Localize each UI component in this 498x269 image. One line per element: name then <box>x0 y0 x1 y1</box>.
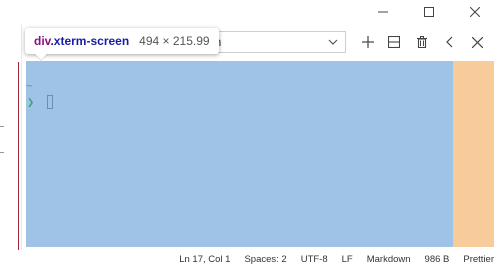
trash-icon <box>417 36 427 48</box>
plus-icon <box>362 36 374 48</box>
terminal-cursor <box>47 95 53 109</box>
new-terminal-button[interactable] <box>359 33 377 51</box>
minimize-icon <box>378 11 388 13</box>
maximize-button[interactable] <box>406 0 452 24</box>
maximize-icon <box>424 7 434 17</box>
close-window-button[interactable] <box>452 0 498 24</box>
status-file-size: 986 B <box>424 254 450 265</box>
ruler-tick <box>0 152 4 153</box>
status-formatter[interactable]: Prettier <box>463 254 494 265</box>
element-tag: div <box>34 34 51 48</box>
chevron-down-icon <box>327 36 339 48</box>
status-bar: Ln 17, Col 1 Spaces: 2 UTF-8 LF Markdown… <box>0 250 498 269</box>
status-eol[interactable]: LF <box>342 254 353 265</box>
collapse-panel-button[interactable] <box>441 33 459 51</box>
chevron-left-icon <box>446 36 453 48</box>
element-dimensions: 494 × 215.99 <box>139 34 210 48</box>
inspector-tooltip: div.xterm-screen 494 × 215.99 <box>25 28 219 54</box>
status-encoding[interactable]: UTF-8 <box>301 254 328 265</box>
minimize-button[interactable] <box>360 0 406 24</box>
split-terminal-button[interactable] <box>385 33 403 51</box>
status-language[interactable]: Markdown <box>367 254 411 265</box>
prompt-symbol: ❯ <box>27 95 35 109</box>
element-class: .xterm-screen <box>50 34 130 48</box>
close-panel-button[interactable] <box>468 33 486 51</box>
kill-terminal-button[interactable] <box>413 33 431 51</box>
ruler-tick <box>0 126 4 127</box>
window-controls <box>360 0 498 24</box>
terminal-line: ~ <box>26 79 33 92</box>
terminal-padding-highlight <box>453 61 494 247</box>
status-cursor-position[interactable]: Ln 17, Col 1 <box>179 254 230 265</box>
tooltip-arrow <box>34 53 48 60</box>
panel-border <box>18 62 19 250</box>
element-selector: div.xterm-screen <box>34 34 129 48</box>
terminal-screen[interactable] <box>26 61 453 247</box>
close-icon <box>470 7 480 17</box>
status-indentation[interactable]: Spaces: 2 <box>244 254 286 265</box>
close-icon <box>471 36 483 48</box>
split-icon <box>388 36 400 48</box>
